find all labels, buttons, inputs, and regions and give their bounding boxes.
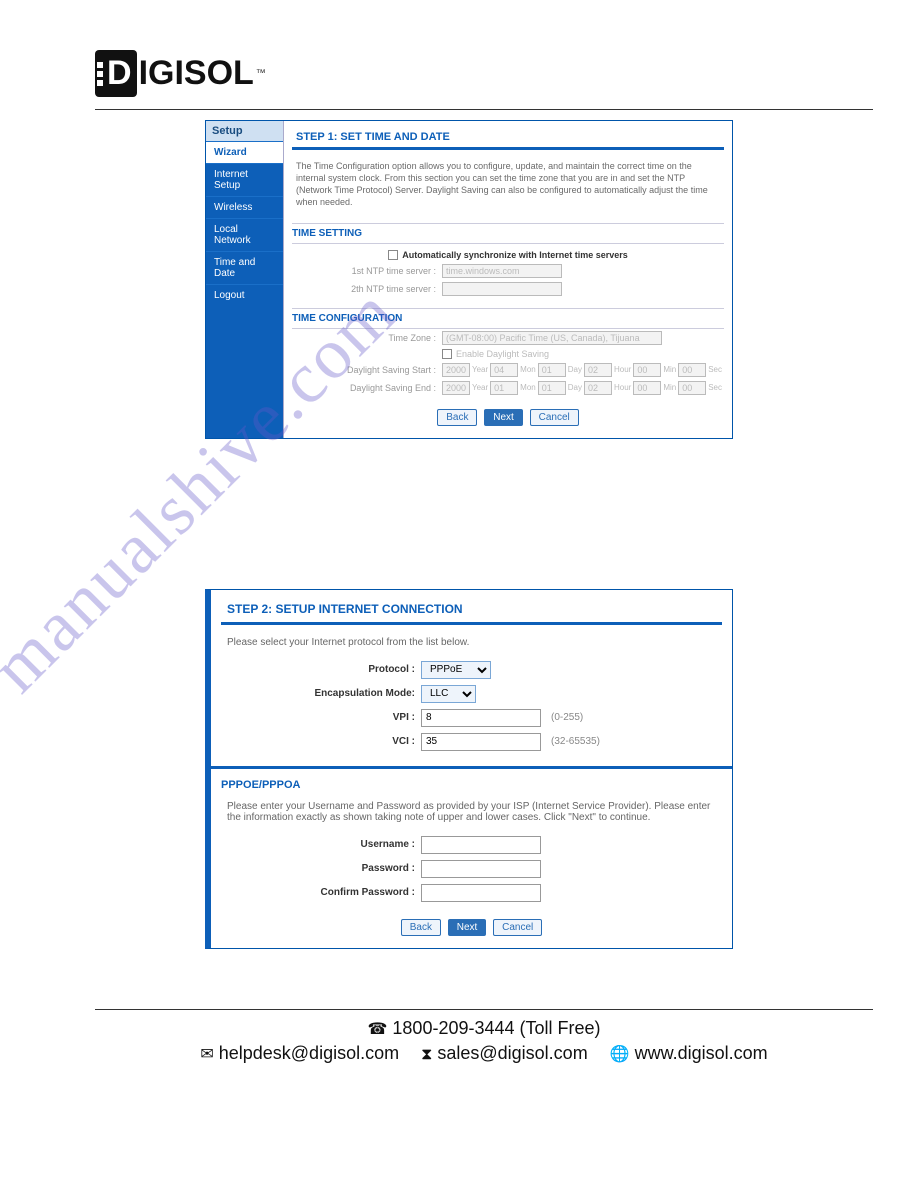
- dss-day[interactable]: [538, 363, 566, 377]
- vci-label: VCI :: [221, 736, 421, 747]
- footer-phone: 1800-209-3444 (Toll Free): [392, 1018, 600, 1038]
- encap-select[interactable]: LLC: [421, 685, 476, 703]
- sidebar-header: Setup: [206, 121, 283, 141]
- logo-part2: IGISOL: [139, 54, 254, 93]
- step1-title: STEP 1: SET TIME AND DATE: [292, 125, 724, 150]
- header-rule: [95, 109, 873, 110]
- enable-daylight-label: Enable Daylight Saving: [456, 349, 549, 359]
- ntp1-input[interactable]: [442, 264, 562, 278]
- pppoe-header: PPPOE/PPPOA: [221, 769, 722, 795]
- dss-sec[interactable]: [678, 363, 706, 377]
- dse-min[interactable]: [633, 381, 661, 395]
- confirm-password-input[interactable]: [421, 884, 541, 902]
- sidebar-item-time-and-date[interactable]: Time and Date: [206, 251, 283, 284]
- username-label: Username :: [221, 839, 421, 850]
- auto-sync-label: Automatically synchronize with Internet …: [402, 250, 628, 260]
- footer-sales: sales@digisol.com: [437, 1043, 587, 1063]
- time-config-header: TIME CONFIGURATION: [292, 308, 724, 329]
- step2-title: STEP 2: SETUP INTERNET CONNECTION: [221, 594, 722, 625]
- sidebar-item-logout[interactable]: Logout: [206, 284, 283, 306]
- ntp2-input[interactable]: [442, 282, 562, 296]
- password-label: Password :: [221, 863, 421, 874]
- ntp1-label: 1st NTP time server :: [292, 266, 442, 276]
- page-footer: ☎ 1800-209-3444 (Toll Free) ✉ helpdesk@d…: [95, 1009, 873, 1064]
- vci-hint: (32-65535): [541, 736, 600, 747]
- back-button-2[interactable]: Back: [401, 919, 441, 936]
- screenshot-step1: Setup Wizard Internet Setup Wireless Loc…: [205, 120, 733, 439]
- dss-mon[interactable]: [490, 363, 518, 377]
- dss-hour[interactable]: [584, 363, 612, 377]
- sidebar-item-wireless[interactable]: Wireless: [206, 196, 283, 218]
- vpi-hint: (0-255): [541, 712, 583, 723]
- enable-daylight-checkbox[interactable]: [442, 349, 452, 359]
- timezone-label: Time Zone :: [292, 333, 442, 343]
- next-button-2[interactable]: Next: [448, 919, 487, 936]
- sidebar-item-internet-setup[interactable]: Internet Setup: [206, 163, 283, 196]
- dse-mon[interactable]: [490, 381, 518, 395]
- logo-part1: D: [107, 54, 131, 93]
- cancel-button[interactable]: Cancel: [530, 409, 579, 426]
- encap-label: Encapsulation Mode:: [221, 688, 421, 699]
- protocol-label: Protocol :: [221, 664, 421, 675]
- screenshot-step2: STEP 2: SETUP INTERNET CONNECTION Please…: [205, 589, 733, 949]
- step1-description: The Time Configuration option allows you…: [292, 150, 724, 219]
- globe-icon: 🌐: [610, 1046, 630, 1063]
- phone-icon: ☎: [367, 1021, 387, 1038]
- dse-day[interactable]: [538, 381, 566, 395]
- timezone-select[interactable]: [442, 331, 662, 345]
- sidebar-item-wizard[interactable]: Wizard: [206, 141, 283, 163]
- vpi-label: VPI :: [221, 712, 421, 723]
- step2-description: Please select your Internet protocol fro…: [221, 625, 722, 658]
- vci-input[interactable]: [421, 733, 541, 751]
- footer-web: www.digisol.com: [635, 1043, 768, 1063]
- time-setting-header: TIME SETTING: [292, 223, 724, 244]
- footer-helpdesk: helpdesk@digisol.com: [219, 1043, 399, 1063]
- ntp2-label: 2th NTP time server :: [292, 284, 442, 294]
- dse-hour[interactable]: [584, 381, 612, 395]
- protocol-select[interactable]: PPPoE: [421, 661, 491, 679]
- username-input[interactable]: [421, 836, 541, 854]
- dse-year[interactable]: [442, 381, 470, 395]
- dse-label: Daylight Saving End :: [292, 383, 442, 393]
- logo-tm: ™: [256, 68, 266, 79]
- mail-icon: ✉: [200, 1046, 213, 1063]
- back-button[interactable]: Back: [437, 409, 477, 426]
- dss-label: Daylight Saving Start :: [292, 365, 442, 375]
- dse-sec[interactable]: [678, 381, 706, 395]
- confirm-password-label: Confirm Password :: [221, 887, 421, 898]
- cancel-button-2[interactable]: Cancel: [493, 919, 542, 936]
- dss-year[interactable]: [442, 363, 470, 377]
- pppoe-description: Please enter your Username and Password …: [221, 795, 722, 833]
- auto-sync-checkbox[interactable]: [388, 250, 398, 260]
- hourglass-icon: ⧗: [421, 1046, 432, 1063]
- password-input[interactable]: [421, 860, 541, 878]
- dss-min[interactable]: [633, 363, 661, 377]
- next-button[interactable]: Next: [484, 409, 523, 426]
- vpi-input[interactable]: [421, 709, 541, 727]
- brand-logo: D IGISOL ™: [95, 50, 873, 97]
- sidebar-item-local-network[interactable]: Local Network: [206, 218, 283, 251]
- sidebar: Setup Wizard Internet Setup Wireless Loc…: [206, 121, 283, 438]
- main-panel-step1: STEP 1: SET TIME AND DATE The Time Confi…: [283, 121, 732, 438]
